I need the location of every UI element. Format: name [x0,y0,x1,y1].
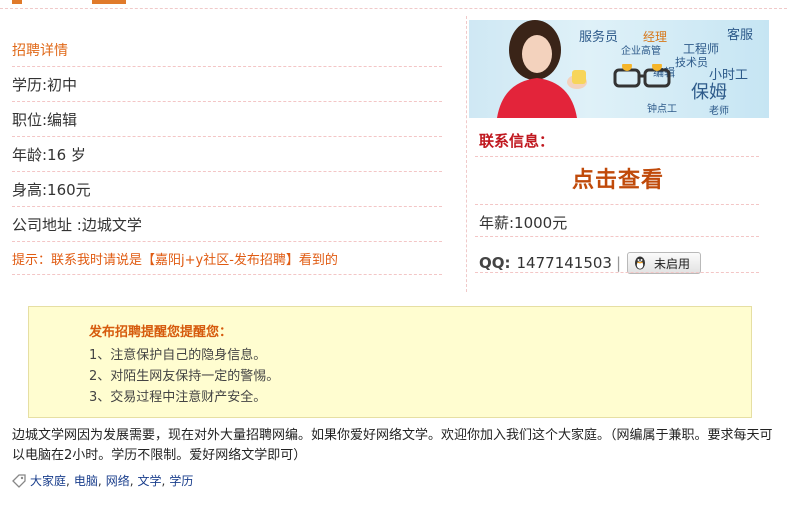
tag-link[interactable]: 大家庭 [30,472,66,489]
qq-button-label: 未启用 [654,256,691,271]
top-accent-2 [92,0,126,4]
education-row: 学历:初中 [12,67,442,102]
banner-word-1: 服务员 [579,30,619,45]
contact-divider-1 [475,156,759,157]
banner-word-3: 客服 [727,28,754,43]
contact-divider-3 [475,236,759,237]
notice-title: 发布招聘提醒您提醒您： [89,325,233,340]
qq-penguin-icon [635,256,646,270]
tag-link[interactable]: 电脑 [74,472,98,489]
banner-word-10: 钟点工 [647,104,677,115]
tip-prefix: 提示：联系我时请说是 [12,252,143,268]
qq-status-button[interactable]: 未启用 [627,252,702,274]
tag-link[interactable]: 学历 [169,472,193,489]
top-divider [0,0,787,9]
qq-label: QQ: [479,254,511,272]
top-accent [12,0,22,4]
qq-number: 1477141503 [516,254,612,272]
banner-word-11: 老师 [709,106,729,117]
height-row: 身高:160元 [12,172,442,207]
glasses-icon [613,64,671,88]
tag-icon [12,473,26,488]
notice-list: 1、注意保护自己的隐身信息。 2、对陌生网友保持一定的警惕。 3、交易过程中注意… [89,345,279,408]
job-details: 招聘详情 学历:初中 职位:编辑 年龄:16 岁 身高:160元 公司地址 :边… [12,34,442,275]
tip-suffix: 看到的 [298,252,338,268]
contact-divider-4 [475,272,759,273]
address-row: 公司地址 :边城文学 [12,207,442,242]
qq-row: QQ: 1477141503 | 未启用 [479,252,702,274]
safety-notice: 发布招聘提醒您提醒您： 1、注意保护自己的隐身信息。 2、对陌生网友保持一定的警… [28,306,752,418]
tip-highlight: 【嘉阳j+y社区-发布招聘】 [142,252,299,268]
age-row: 年龄:16 岁 [12,137,442,172]
contact-tip: 提示：联系我时请说是 【嘉阳j+y社区-发布招聘】 看到的 [12,242,442,275]
banner-word-9: 保姆 [691,82,727,103]
notice-item: 3、交易过程中注意财产安全。 [89,390,267,405]
notice-item: 1、注意保护自己的隐身信息。 [89,348,267,363]
salary: 年薪:1000元 [479,214,568,232]
tag-list: 大家庭, 电脑, 网络, 文学, 学历 [12,472,193,489]
click-view-link[interactable]: 点击查看 [467,162,769,194]
contact-panel: 服务员 经理 客服 工程师 企业高管 技术员 编辑 小时工 保姆 钟点工 老师 … [466,16,769,292]
tag-link[interactable]: 文学 [138,472,162,489]
banner-word-5: 企业高管 [621,46,661,57]
position-row: 职位:编辑 [12,102,442,137]
banner-word-6: 技术员 [675,56,708,69]
details-title: 招聘详情 [12,34,442,67]
contact-title: 联系信息： [479,132,555,150]
qq-separator: | [615,254,622,272]
contact-divider-2 [475,204,759,205]
job-description: 边城文学网因为发展需要，现在对外大量招聘网编。如果你爱好网络文学。欢迎你加入我们… [12,428,773,463]
recruit-banner[interactable]: 服务员 经理 客服 工程师 企业高管 技术员 编辑 小时工 保姆 钟点工 老师 [469,20,769,118]
notice-item: 2、对陌生网友保持一定的警惕。 [89,369,280,384]
woman-figure-icon [497,20,587,118]
tag-link[interactable]: 网络 [106,472,130,489]
